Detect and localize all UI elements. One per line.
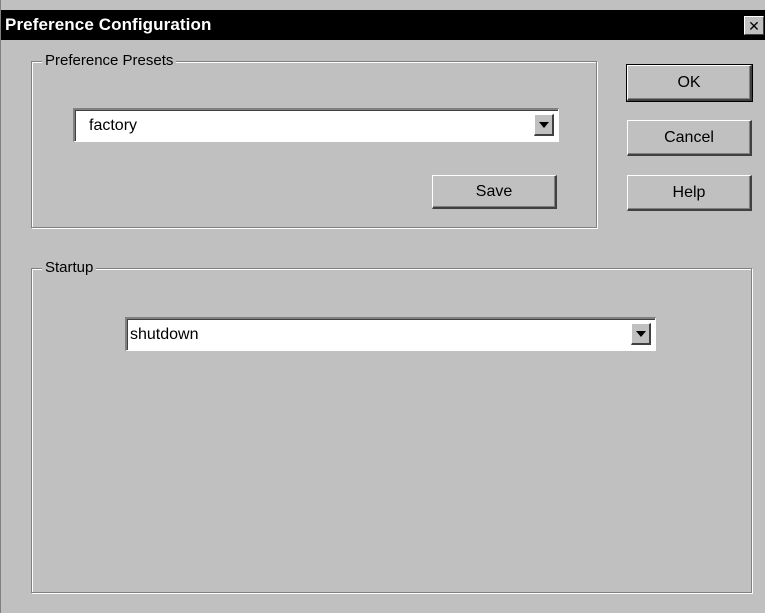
save-button[interactable]: Save bbox=[432, 175, 557, 209]
window-title: Preference Configuration bbox=[5, 15, 212, 34]
startup-legend: Startup bbox=[42, 259, 97, 277]
ok-button[interactable]: OK bbox=[626, 64, 753, 102]
ok-button-label: OK bbox=[677, 73, 701, 91]
close-button[interactable]: ✕ bbox=[744, 16, 764, 35]
presets-dropdown-button[interactable] bbox=[534, 114, 554, 136]
help-button-label: Help bbox=[672, 183, 706, 201]
close-icon: ✕ bbox=[748, 17, 760, 34]
cancel-button[interactable]: Cancel bbox=[627, 120, 752, 156]
title-bar[interactable]: Preference Configuration ✕ bbox=[1, 10, 765, 40]
startup-dropdown[interactable]: shutdown bbox=[125, 317, 656, 351]
chevron-down-icon bbox=[635, 330, 646, 337]
chevron-down-icon bbox=[538, 121, 549, 128]
cancel-button-label: Cancel bbox=[664, 128, 714, 146]
preference-configuration-dialog: Preference Configuration ✕ Preference Pr… bbox=[0, 0, 765, 613]
startup-dropdown-button[interactable] bbox=[631, 323, 651, 345]
help-button[interactable]: Help bbox=[627, 175, 752, 211]
presets-dropdown-value: factory bbox=[89, 117, 138, 134]
save-button-label: Save bbox=[475, 182, 513, 200]
startup-dropdown-value: shutdown bbox=[130, 326, 199, 343]
preference-presets-legend: Preference Presets bbox=[42, 52, 177, 70]
presets-dropdown[interactable]: factory bbox=[73, 108, 559, 142]
